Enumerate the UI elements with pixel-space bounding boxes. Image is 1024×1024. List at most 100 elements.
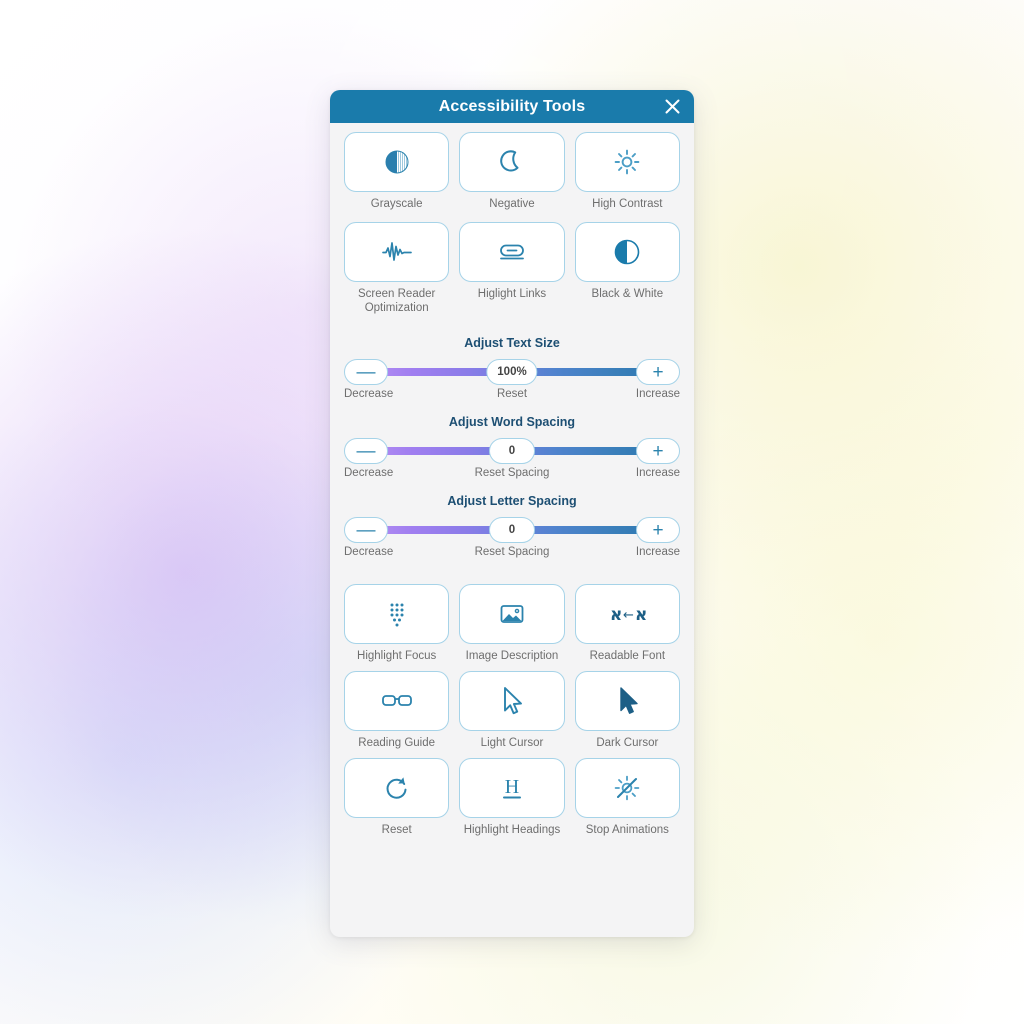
text-size-value-reset-button[interactable]: 100% [486,359,538,386]
tool-label: Highlight Headings [463,824,561,837]
tool-negative[interactable]: Negative [459,132,565,211]
waveform-icon [344,222,450,283]
decrease-label: Decrease [344,388,394,401]
bottom-tile-grid-row-1: Highlight Focus Image Description א ← א … [344,584,680,663]
tool-label: High Contrast [592,198,663,210]
plus-icon: + [652,519,664,541]
letter-spacing-value-reset-button[interactable]: 0 [489,517,535,544]
word-spacing-value-reset-button[interactable]: 0 [489,438,535,465]
sun-icon [574,132,680,192]
increase-label: Increase [635,467,680,480]
accessibility-tools-panel: Accessibility Tools Grayscale Negative H… [330,90,694,937]
tool-label: Negative [489,198,535,210]
slider-labels: Decrease Reset Spacing Increase [344,467,680,479]
slider-group-text-size: Adjust Text Size — 100% + Decrease Reset… [344,336,680,400]
link-icon-glyph [500,244,524,260]
heading-h-icon-glyph: H [502,776,521,799]
decrease-word-spacing-button[interactable]: — [344,438,388,465]
decrease-letter-spacing-button[interactable]: — [344,517,388,544]
close-icon-glyph [665,99,679,114]
tool-high-contrast[interactable]: High Contrast [574,132,680,211]
slider-title: Adjust Word Spacing [448,415,576,430]
tool-screen-reader-optimization[interactable]: Screen Reader Optimization [344,222,450,315]
tool-grayscale[interactable]: Grayscale [344,132,450,211]
reset-label: Reset [496,388,528,401]
increase-text-size-button[interactable]: + [636,359,680,386]
bottom-tile-grid-row-3: Reset H Highlight Headings Stop Animatio… [344,758,680,837]
refresh-icon-glyph [386,777,407,799]
tool-label: Light Cursor [480,737,544,750]
top-tile-grid-row-2: Screen Reader Optimization Higlight Link… [344,222,680,315]
slider-title: Adjust Text Size [464,336,560,351]
grayscale-icon [344,132,450,192]
tool-highlight-headings[interactable]: H Highlight Headings [459,758,565,837]
slider-title: Adjust Letter Spacing [447,494,577,509]
panel-title: Accessibility Tools [438,97,586,115]
half-circle-icon [574,222,680,283]
cursor-outline-icon-glyph [504,687,522,715]
minus-icon: — [356,519,376,541]
top-tile-grid-row-1: Grayscale Negative High Contrast [344,132,680,211]
tool-reset[interactable]: Reset [344,758,450,837]
tool-dark-cursor[interactable]: Dark Cursor [574,671,680,750]
moon-icon [459,132,565,192]
svg-text:H: H [505,776,519,798]
tool-black-and-white[interactable]: Black & White [574,222,680,315]
plus-icon: + [652,440,664,462]
tool-label: Highlight Focus [357,650,437,663]
slider-group-letter-spacing: Adjust Letter Spacing — 0 + Decrease Res… [344,494,680,558]
svg-text:א: א [635,605,647,625]
plus-icon: + [652,361,664,383]
increase-letter-spacing-button[interactable]: + [636,517,680,544]
glasses-icon [344,671,450,732]
refresh-icon [344,758,450,819]
dot-grid-icon [344,584,450,645]
sun-slash-icon-glyph [615,775,640,801]
tool-stop-animations[interactable]: Stop Animations [574,758,680,837]
tool-label: Stop Animations [585,824,669,837]
tool-label: Image Description [465,650,559,663]
tool-label: Higlight Links [477,288,547,301]
increase-word-spacing-button[interactable]: + [636,438,680,465]
grayscale-circle-icon [385,150,409,174]
svg-text:←: ← [623,608,634,623]
decrease-text-size-button[interactable]: — [344,359,388,386]
tool-label: Grayscale [370,198,423,210]
image-icon-glyph [500,605,524,623]
minus-icon: — [356,361,376,383]
svg-text:א: א [610,605,622,625]
panel-body: Grayscale Negative High Contrast Screen … [330,123,694,937]
reset-label: Reset Spacing [474,467,550,480]
tool-reading-guide[interactable]: Reading Guide [344,671,450,750]
tool-readable-font[interactable]: א ← א Readable Font [574,584,680,663]
tool-label: Screen Reader Optimization [357,288,436,315]
tool-light-cursor[interactable]: Light Cursor [459,671,565,750]
slider-row: — 0 + [344,438,680,465]
tool-highlight-focus[interactable]: Highlight Focus [344,584,450,663]
dot-grid-icon-glyph [390,603,404,627]
slider-labels: Decrease Reset Spacing Increase [344,546,680,558]
waveform-icon-glyph [381,242,412,261]
glasses-icon-glyph [381,695,412,706]
tool-image-description[interactable]: Image Description [459,584,565,663]
cursor-filled-icon [574,671,680,732]
tool-label: Readable Font [589,650,666,663]
slider-row: — 100% + [344,359,680,386]
sun-icon-glyph [614,149,640,175]
cursor-filled-icon-glyph [620,687,639,714]
tool-label: Dark Cursor [596,737,659,750]
readable-font-icon: א ← א [574,584,680,645]
tool-label: Reset [381,824,412,837]
minus-icon: — [356,440,376,462]
half-circle-icon-glyph [615,239,640,265]
tool-highlight-links[interactable]: Higlight Links [459,222,565,315]
close-icon[interactable] [661,96,683,118]
image-icon [459,584,565,645]
panel-header: Accessibility Tools [330,90,694,123]
